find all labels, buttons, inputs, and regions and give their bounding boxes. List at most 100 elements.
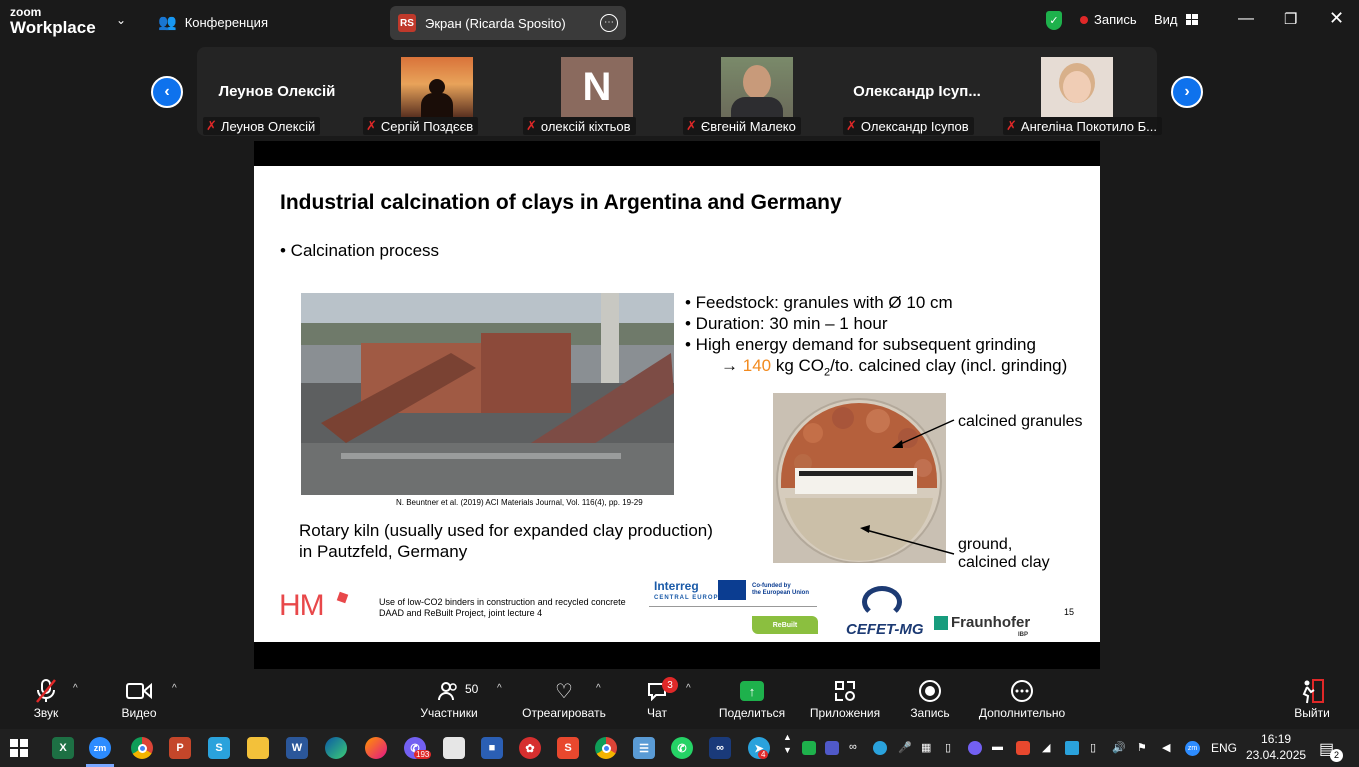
- excel-icon[interactable]: X: [52, 737, 74, 759]
- share-title: Экран (Ricarda Sposito): [425, 15, 566, 31]
- meeting-toolbar: [0, 669, 1359, 727]
- firefox-icon[interactable]: [365, 737, 387, 759]
- record-button[interactable]: Запись: [906, 678, 954, 720]
- whatsapp-icon[interactable]: ✆: [671, 737, 693, 759]
- apps-icon: [809, 678, 881, 704]
- word-icon[interactable]: W: [286, 737, 308, 759]
- react-options-caret[interactable]: ^: [596, 683, 601, 694]
- record-icon: [906, 678, 954, 704]
- view-button[interactable]: Вид: [1154, 12, 1198, 27]
- windows-start-icon[interactable]: [8, 737, 30, 759]
- share-screen-tab[interactable]: RS Экран (Ricarda Sposito) ⋯: [390, 6, 626, 40]
- participant-tile[interactable]: ✗ Сергій Поздєєв: [360, 57, 514, 136]
- photo-citation: N. Beuntner et al. (2019) ACI Materials …: [396, 498, 643, 507]
- grid-view-icon: [1185, 14, 1198, 25]
- participant-avatar: N: [561, 57, 633, 117]
- chrome-profile-icon[interactable]: [595, 737, 617, 759]
- participant-video: [1041, 57, 1113, 117]
- participants-count: 50: [465, 682, 479, 696]
- co2-value: 140: [742, 356, 772, 375]
- tray-speaker-icon[interactable]: ◀: [1162, 741, 1170, 754]
- mic-muted-icon: [26, 678, 66, 704]
- label-granules: calcined granules: [958, 413, 1083, 430]
- tray-network-icon[interactable]: ▬: [992, 741, 1003, 753]
- exit-icon: [1292, 678, 1332, 704]
- restore-icon[interactable]: ❐: [1284, 10, 1297, 28]
- conference-menu[interactable]: 👥 Конференция: [158, 13, 268, 31]
- tray-phone-icon[interactable]: ▯: [1090, 741, 1096, 754]
- hm-logo: HM: [279, 589, 325, 622]
- tray-usb-icon[interactable]: ▯: [945, 741, 951, 754]
- participant-tile[interactable]: ✗ Євгеній Малеко: [680, 57, 834, 136]
- document-icon[interactable]: [443, 737, 465, 759]
- tray-zoom-icon[interactable]: zm: [1185, 741, 1200, 756]
- tray-mic-icon[interactable]: 🎤: [898, 741, 912, 754]
- react-button[interactable]: ♡ Отреагировать: [521, 678, 607, 721]
- participant-label: ✗ Сергій Поздєєв: [363, 117, 479, 135]
- apps-button[interactable]: Приложения: [809, 678, 881, 720]
- tray-blue-icon[interactable]: [1065, 741, 1079, 758]
- app-red-icon[interactable]: ✿: [519, 737, 541, 759]
- minimize-icon[interactable]: —: [1238, 10, 1254, 28]
- tray-viber-icon[interactable]: [968, 741, 982, 758]
- viber-badge: 193: [414, 750, 432, 759]
- security-shield-icon[interactable]: ✓: [1046, 11, 1062, 30]
- photo-caption: Rotary kiln (usually used for expanded c…: [299, 521, 713, 561]
- more-button[interactable]: Дополнительно: [977, 678, 1067, 720]
- co2-line: → 140 kg CO2/to. calcined clay (incl. gr…: [721, 356, 1068, 379]
- participant-video: [721, 57, 793, 117]
- tray-check-icon[interactable]: [802, 741, 816, 758]
- interreg-logo: Interreg CENTRAL EUROPE: [654, 579, 724, 601]
- chrome-icon[interactable]: [131, 737, 153, 759]
- video-button[interactable]: Видео: [119, 678, 159, 720]
- video-options-caret[interactable]: ^: [172, 683, 177, 694]
- edge-icon[interactable]: [325, 737, 347, 759]
- app-map-icon[interactable]: ☰: [633, 737, 655, 759]
- tray-app-s-icon[interactable]: [1016, 741, 1030, 758]
- file-explorer-icon[interactable]: [247, 737, 269, 759]
- recording-indicator[interactable]: Запись: [1080, 12, 1137, 27]
- participant-tile[interactable]: ✗ Ангеліна Покотило Б...: [1000, 57, 1163, 136]
- tray-volume-icon[interactable]: 🔊: [1112, 741, 1126, 754]
- tray-telegram-icon[interactable]: [873, 741, 887, 758]
- app-blue-icon[interactable]: ∞: [709, 737, 731, 759]
- bullet-item: • Feedstock: granules with Ø 10 cm: [685, 293, 953, 312]
- page-number: 15: [1064, 607, 1075, 617]
- bullet-item: • Duration: 30 min – 1 hour: [685, 314, 888, 333]
- participant-label: ✗ Олександр Ісупов: [843, 117, 974, 135]
- participants-options-caret[interactable]: ^: [497, 683, 502, 694]
- audio-button[interactable]: Звук: [26, 678, 66, 720]
- tray-app-icon[interactable]: ∞: [849, 741, 857, 753]
- slide-title: Industrial calcination of clays in Argen…: [280, 191, 842, 214]
- camera-icon: [119, 678, 159, 704]
- close-icon[interactable]: ✕: [1329, 8, 1344, 29]
- powerpoint-icon[interactable]: P: [169, 737, 191, 759]
- audio-options-caret[interactable]: ^: [73, 683, 78, 694]
- system-clock[interactable]: 16:19 23.04.2025: [1246, 731, 1306, 763]
- tray-wifi-icon[interactable]: ◢: [1042, 741, 1050, 754]
- app-s-icon[interactable]: S: [208, 737, 230, 759]
- chevron-down-icon[interactable]: ⌄: [116, 13, 126, 27]
- chat-options-caret[interactable]: ^: [686, 683, 691, 694]
- taskbar-scroll-arrows[interactable]: ▲ ▼: [783, 731, 792, 757]
- next-page-icon[interactable]: ›: [1171, 76, 1203, 108]
- share-screen-button[interactable]: ↑ Поделиться: [718, 678, 786, 720]
- app-s-red-icon[interactable]: S: [557, 737, 579, 759]
- tray-security-icon[interactable]: ⚑: [1137, 741, 1147, 754]
- eu-flag-logo: [718, 580, 746, 600]
- slide-subtitle: • Calcination process: [280, 241, 440, 260]
- zoom-logo[interactable]: zoom Workplace: [10, 6, 96, 36]
- tray-teams-icon[interactable]: [825, 741, 839, 758]
- leave-button[interactable]: Выйти: [1292, 678, 1332, 720]
- participant-tile[interactable]: N ✗ олексій кіхтьов: [520, 57, 674, 136]
- more-icon: [977, 678, 1067, 704]
- participant-tile[interactable]: Олександр Ісуп... ✗ Олександр Ісупов: [840, 57, 994, 136]
- prev-page-icon[interactable]: ‹: [151, 76, 183, 108]
- save-disk-icon[interactable]: ■: [481, 737, 503, 759]
- input-language[interactable]: ENG: [1211, 741, 1237, 755]
- zoom-app-icon[interactable]: zm: [89, 737, 111, 759]
- more-options-icon[interactable]: ⋯: [600, 14, 618, 32]
- participant-tile[interactable]: Леунов Олексій ✗ Леунов Олексій: [200, 57, 354, 136]
- tray-display-icon[interactable]: ▦: [921, 741, 931, 754]
- participant-label: ✗ Євгеній Малеко: [683, 117, 801, 135]
